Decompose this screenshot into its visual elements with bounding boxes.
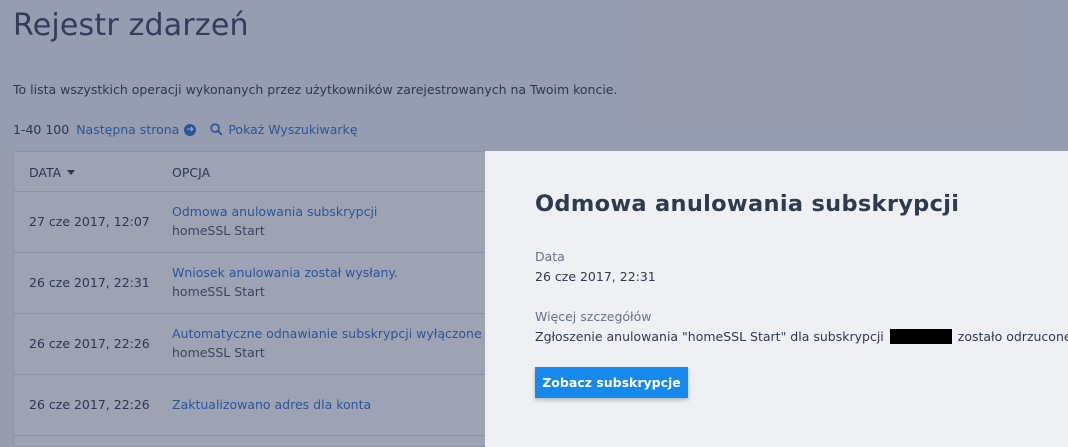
details-text-before: Zgłoszenie anulowania "homeSSL Start" dl… — [535, 329, 884, 344]
date-value: 26 cze 2017, 22:31 — [535, 269, 656, 284]
panel-title: Odmowa anulowania subskrypcji — [535, 191, 960, 217]
details-text-after: zostało odrzucone — [957, 329, 1068, 344]
details-value: Zgłoszenie anulowania "homeSSL Start" dl… — [535, 329, 1068, 344]
redacted-subscription-id — [889, 329, 952, 344]
date-label: Data — [535, 249, 565, 264]
view-subscriptions-button[interactable]: Zobacz subskrypcje — [535, 367, 688, 398]
details-label: Więcej szczegółów — [535, 309, 652, 324]
event-details-panel: Odmowa anulowania subskrypcji Data 26 cz… — [485, 151, 1068, 447]
